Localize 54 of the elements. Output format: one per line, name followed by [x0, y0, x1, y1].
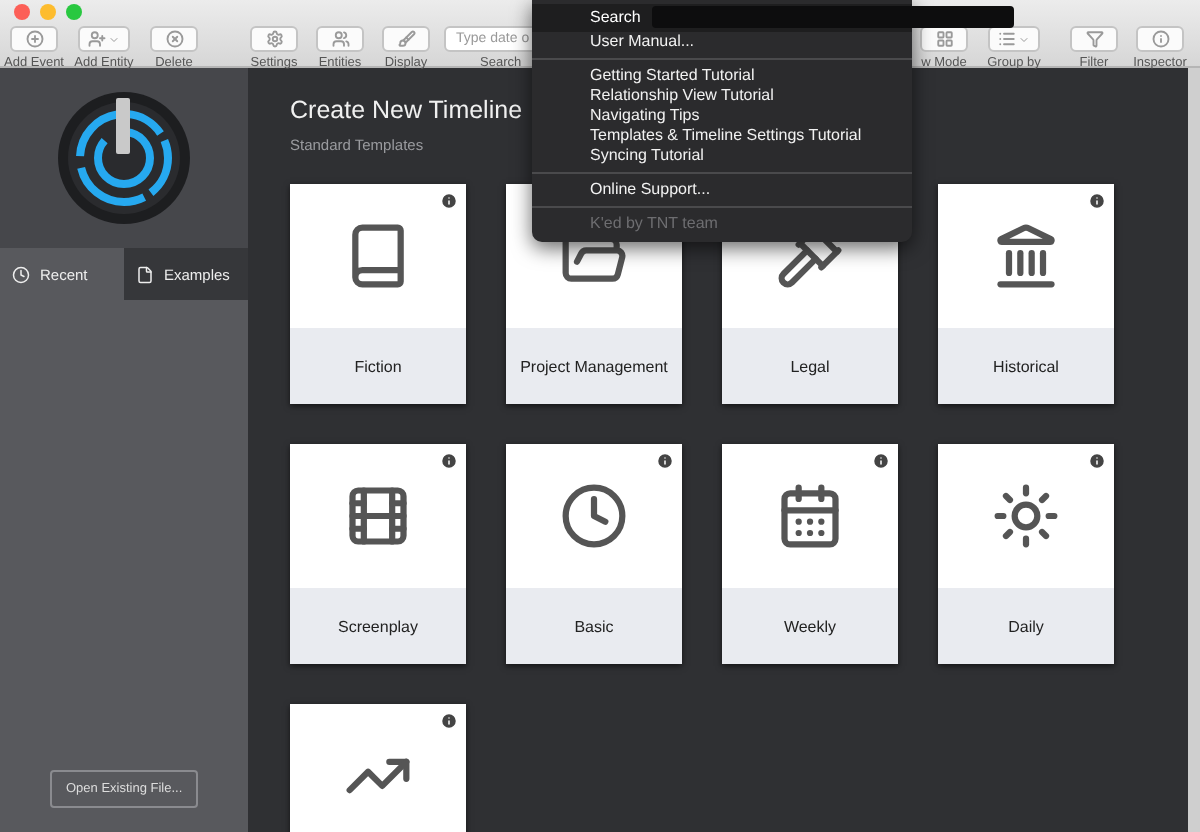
menu-item[interactable]: Relationship View Tutorial: [532, 86, 912, 106]
toolbar-button[interactable]: [920, 26, 968, 52]
template-icon: [992, 482, 1060, 550]
template-label: Project Management: [506, 328, 682, 404]
close-button[interactable]: [14, 4, 30, 20]
menu-search-field[interactable]: [652, 6, 1015, 28]
document-icon: [136, 265, 154, 283]
template-label: Fiction: [290, 328, 466, 404]
template-card[interactable]: Fiction: [290, 184, 466, 404]
menu-item[interactable]: Navigating Tips: [532, 106, 912, 126]
info-icon[interactable]: [440, 452, 458, 470]
template-label: Basic: [506, 588, 682, 664]
template-card[interactable]: Historical: [938, 184, 1114, 404]
toolbar-icon: [397, 30, 415, 48]
info-icon[interactable]: [656, 452, 674, 470]
template-icon: [344, 482, 412, 550]
toolbar-icon: [165, 30, 183, 48]
menu-item[interactable]: Getting Started Tutorial: [532, 66, 912, 86]
toolbar-icon: [25, 30, 43, 48]
template-label: Legal: [722, 328, 898, 404]
zoom-button[interactable]: [66, 4, 82, 20]
minimize-button[interactable]: [40, 4, 56, 20]
toolbar-icon: [331, 30, 349, 48]
template-card[interactable]: Daily: [938, 444, 1114, 664]
template-icon: [776, 482, 844, 550]
template-label: Historical: [938, 328, 1114, 404]
caret-icon: [108, 33, 120, 45]
template-icon: [992, 222, 1060, 290]
toolbar-icon: [935, 30, 953, 48]
info-icon[interactable]: [440, 192, 458, 210]
menu-item[interactable]: Templates & Timeline Settings Tutorial: [532, 126, 912, 146]
template-card[interactable]: Weekly: [722, 444, 898, 664]
toolbar-icon: [265, 30, 283, 48]
toolbar-icon: [88, 30, 106, 48]
template-card[interactable]: Screenplay: [290, 444, 466, 664]
info-icon[interactable]: [1088, 452, 1106, 470]
template-icon: [560, 482, 628, 550]
menu-item[interactable]: Syncing Tutorial: [532, 146, 912, 166]
template-card[interactable]: Basic: [506, 444, 682, 664]
toolbar-icon: [998, 30, 1016, 48]
info-icon[interactable]: [1088, 192, 1106, 210]
toolbar-icon: [1151, 30, 1169, 48]
toolbar-button[interactable]: [988, 26, 1040, 52]
info-icon[interactable]: [872, 452, 890, 470]
template-label: Screenplay: [290, 588, 466, 664]
clock-icon: [12, 265, 30, 283]
template-label: Daily: [938, 588, 1114, 664]
template-label: Weekly: [722, 588, 898, 664]
caret-icon: [1018, 33, 1030, 45]
toolbar-icon: [1085, 30, 1103, 48]
info-icon[interactable]: [440, 712, 458, 730]
app-logo-icon: [56, 90, 192, 226]
page-title: Create New Timeline: [290, 96, 523, 124]
menu-search-label: Search: [590, 8, 641, 26]
